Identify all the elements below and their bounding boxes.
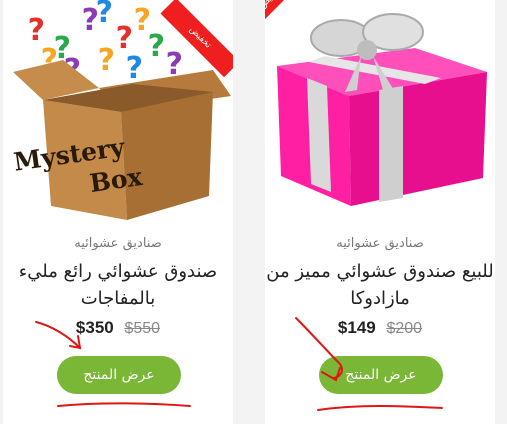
product-price: $350 $550: [3, 318, 233, 338]
view-product-button[interactable]: عرض المنتج: [319, 356, 443, 394]
question-mark-icon: ?: [98, 43, 115, 78]
product-image-gift-box[interactable]: [265, 0, 495, 225]
product-category[interactable]: صناديق عشوائيه: [3, 236, 233, 251]
original-price: $200: [386, 320, 423, 337]
product-price: $149 $200: [265, 318, 495, 338]
question-mark-icon: ?: [96, 0, 113, 30]
product-category[interactable]: صناديق عشوائيه: [265, 236, 495, 251]
product-title[interactable]: صندوق عشوائي رائع مليء بالمفاجات: [3, 258, 233, 312]
sale-price: $350: [75, 318, 114, 337]
view-product-button[interactable]: عرض المنتج: [57, 356, 181, 394]
product-card-mystery-box: ? ? ? ? ? ? ? ? ? ? ? ?: [3, 0, 233, 424]
question-mark-icon: ?: [148, 29, 165, 64]
original-price: $550: [124, 320, 161, 337]
gift-box-illustration: [277, 13, 487, 206]
product-title[interactable]: للبيع صندوق عشوائي مميز من مازادوكا: [265, 258, 495, 312]
product-grid: ? ? ? ? ? ? ? ? ? ? ? ?: [0, 0, 507, 424]
product-card-gift-box: تخفيض صناديق عشوائيه للبيع صندوق عشوائي …: [265, 0, 495, 424]
sale-price: $149: [337, 318, 376, 337]
question-mark-icon: ?: [126, 51, 143, 86]
